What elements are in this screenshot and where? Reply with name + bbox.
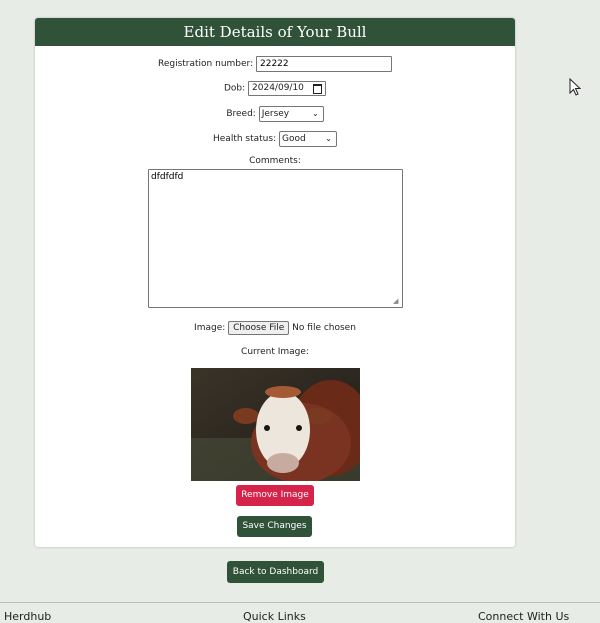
health-label: Health status: bbox=[213, 134, 277, 144]
health-select[interactable]: Good ⌄ bbox=[278, 131, 337, 147]
current-image-row: Current Image: bbox=[35, 347, 515, 358]
registration-row: Registration number: bbox=[35, 56, 515, 72]
page-title: Edit Details of Your Bull bbox=[35, 18, 515, 46]
chevron-down-icon: ⌄ bbox=[311, 109, 319, 118]
registration-label: Registration number: bbox=[157, 59, 254, 69]
mouse-cursor-icon bbox=[569, 78, 582, 96]
breed-row: Breed: Jersey ⌄ bbox=[35, 106, 515, 122]
dob-date-input[interactable]: 2024/09/10 bbox=[248, 81, 327, 96]
calendar-icon[interactable] bbox=[313, 84, 323, 94]
dob-label: Dob: bbox=[223, 83, 246, 94]
bull-photo-graphic bbox=[191, 368, 360, 481]
edit-bull-card: Edit Details of Your Bull Registration n… bbox=[35, 18, 515, 547]
current-image-label: Current Image: bbox=[241, 347, 309, 357]
health-selected-value: Good bbox=[281, 134, 306, 144]
image-label: Image: bbox=[194, 323, 226, 333]
dob-row: Dob: 2024/09/10 bbox=[35, 81, 515, 96]
back-to-dashboard-button[interactable]: Back to Dashboard bbox=[227, 561, 324, 583]
footer-brand: Herdhub bbox=[4, 610, 52, 623]
comments-row: Comments: bbox=[35, 156, 515, 167]
dob-value: 2024/09/10 bbox=[252, 83, 304, 93]
image-row: Image: Choose File No file chosen bbox=[35, 321, 515, 335]
breed-selected-value: Jersey bbox=[261, 109, 290, 119]
breed-select[interactable]: Jersey ⌄ bbox=[258, 106, 324, 122]
footer-connect: Connect With Us bbox=[478, 610, 570, 623]
comments-label: Comments: bbox=[249, 156, 301, 166]
footer-quick-links: Quick Links bbox=[243, 610, 306, 623]
current-bull-image bbox=[191, 368, 360, 481]
save-changes-button[interactable]: Save Changes bbox=[237, 516, 312, 537]
breed-label: Breed: bbox=[226, 109, 256, 119]
footer-divider bbox=[0, 602, 600, 603]
remove-image-button[interactable]: Remove Image bbox=[236, 485, 314, 506]
registration-input[interactable] bbox=[256, 56, 392, 72]
choose-file-button[interactable]: Choose File bbox=[228, 321, 290, 335]
resize-grip-icon[interactable]: ◢ bbox=[393, 298, 400, 305]
chevron-down-icon: ⌄ bbox=[325, 134, 332, 143]
comments-textarea[interactable]: dfdfdfd bbox=[148, 169, 403, 308]
health-row: Health status: Good ⌄ bbox=[35, 131, 515, 147]
no-file-chosen-text: No file chosen bbox=[292, 323, 356, 333]
